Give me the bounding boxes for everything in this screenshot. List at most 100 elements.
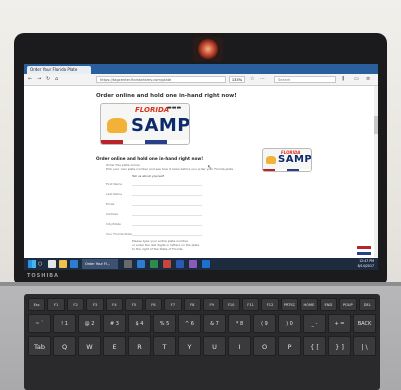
- keyboard-key[interactable]: F3: [86, 298, 104, 311]
- plate-number-text: SAMPL: [131, 115, 190, 136]
- windows-start-icon[interactable]: [28, 260, 36, 268]
- small-plate-stripe: [263, 169, 311, 171]
- keyboard-key[interactable]: ! 1: [53, 314, 76, 333]
- word-icon[interactable]: [176, 260, 184, 268]
- edge-icon[interactable]: [70, 260, 78, 268]
- keyboard-key[interactable]: @ 2: [78, 314, 101, 333]
- taskbar-clock[interactable]: 12:47 PM 8/14/2017: [358, 259, 374, 269]
- forward-arrow-icon[interactable]: →: [37, 76, 41, 82]
- field-label: Last Name: [106, 192, 123, 196]
- page-scrollbar[interactable]: [374, 86, 378, 258]
- keyboard-key[interactable]: PGUP: [339, 298, 357, 311]
- excel-icon[interactable]: [150, 260, 158, 268]
- keyboard-key[interactable]: | \: [353, 336, 376, 356]
- keyboard-key[interactable]: PRTSC: [280, 298, 299, 311]
- keyboard-key[interactable]: I: [228, 336, 251, 356]
- form-heading: Tell us about yourself: [132, 174, 164, 178]
- address-bar[interactable]: https://tagcenter.floridahsmv.com/plate: [96, 76, 226, 83]
- sidebar-icon[interactable]: ▭: [354, 76, 359, 82]
- plate-stripe: [101, 140, 189, 144]
- keyboard-key[interactable]: W: [78, 336, 101, 356]
- powerpoint-icon[interactable]: [163, 260, 171, 268]
- keyboard-key[interactable]: $ 4: [128, 314, 151, 333]
- keyboard-key[interactable]: _ -: [303, 314, 326, 333]
- file-explorer-icon[interactable]: [59, 260, 67, 268]
- keyboard-key[interactable]: END: [319, 298, 338, 311]
- keyboard-key[interactable]: DEL: [358, 298, 376, 311]
- onenote-icon[interactable]: [189, 260, 197, 268]
- keyboard-key[interactable]: & 7: [203, 314, 226, 333]
- browser-tab[interactable]: Order Your Florida Plate: [27, 66, 91, 74]
- keyboard-key[interactable]: F12: [261, 298, 279, 311]
- keyboard-key[interactable]: U: [203, 336, 226, 356]
- scrollbar-thumb[interactable]: [374, 116, 378, 134]
- taskbar-firefox-item[interactable]: Order Your Fl...: [82, 259, 118, 269]
- reload-icon[interactable]: ↻: [46, 76, 50, 82]
- keyboard-key[interactable]: * 8: [228, 314, 251, 333]
- taskbar-app-icon[interactable]: [124, 260, 132, 268]
- keyboard-key[interactable]: + =: [328, 314, 351, 333]
- laptop-brand-logo: TOSHIBA: [27, 273, 59, 279]
- keyboard-key[interactable]: Q: [53, 336, 76, 356]
- menu-dots-icon[interactable]: ⋯: [260, 76, 265, 82]
- keyboard-key[interactable]: Y: [178, 336, 201, 356]
- taskbar-search-icon[interactable]: ○: [38, 260, 44, 268]
- keyboard-key[interactable]: HOME: [300, 298, 318, 311]
- keyboard-key[interactable]: P: [278, 336, 301, 356]
- windows-taskbar: ○ Order Your Fl... 12:47 PM 8/14/2017: [24, 258, 378, 270]
- back-arrow-icon[interactable]: ←: [28, 76, 32, 82]
- keyboard-key[interactable]: Esc: [28, 298, 46, 311]
- home-icon[interactable]: ⌂: [55, 76, 58, 82]
- keyboard-key[interactable]: F6: [144, 298, 163, 311]
- keyboard-key[interactable]: F2: [66, 298, 85, 311]
- field-input[interactable]: [132, 215, 202, 216]
- browser-tab-bar: Order Your Florida Plate: [24, 64, 378, 74]
- section-heading: Order online and hold one in-hand right …: [96, 156, 204, 161]
- keyboard-key[interactable]: R: [128, 336, 151, 356]
- keyboard-key[interactable]: F4: [105, 298, 124, 311]
- field-label: Your Florida Plate: [106, 232, 133, 236]
- keyboard-key[interactable]: ~ `: [28, 314, 51, 333]
- keyboard-key[interactable]: F11: [241, 298, 260, 311]
- keyboard-key[interactable]: F10: [222, 298, 240, 311]
- webcam-glow: [198, 39, 218, 59]
- keyboard-key[interactable]: % 5: [153, 314, 176, 333]
- field-input[interactable]: [132, 225, 202, 226]
- hamburger-menu-icon[interactable]: ≡: [366, 76, 370, 82]
- internet-explorer-icon[interactable]: [202, 260, 210, 268]
- taskbar-app-icon[interactable]: [137, 260, 145, 268]
- keyboard-key[interactable]: ^ 6: [178, 314, 201, 333]
- field-label: City/State: [106, 222, 121, 226]
- keyboard-key[interactable]: } ]: [328, 336, 351, 356]
- keyboard-key[interactable]: F7: [164, 298, 182, 311]
- keyboard-key[interactable]: F9: [203, 298, 221, 311]
- zoom-indicator[interactable]: 133%: [229, 76, 245, 83]
- field-label: First Name: [106, 182, 123, 186]
- keyboard-key[interactable]: F5: [125, 298, 143, 311]
- field-label: Address: [106, 212, 118, 216]
- library-icon[interactable]: ⫼: [342, 76, 344, 82]
- keyboard-key[interactable]: E: [103, 336, 126, 356]
- keyboard-key[interactable]: BACK SPACE: [353, 314, 376, 346]
- task-view-icon[interactable]: [48, 260, 56, 268]
- page-headline: Order online and hold one in-hand right …: [96, 93, 237, 99]
- laptop-screen: Order Your Florida Plate ← → ↻ ⌂ https:/…: [24, 64, 378, 270]
- keyboard-key[interactable]: T: [153, 336, 176, 356]
- star-icon[interactable]: ☆: [250, 76, 254, 82]
- keyboard-key[interactable]: # 3: [103, 314, 126, 333]
- field-input[interactable]: [132, 185, 202, 186]
- keyboard-key[interactable]: F1: [47, 298, 65, 311]
- keyboard-key[interactable]: ( 9: [253, 314, 276, 333]
- search-field[interactable]: Search: [274, 76, 336, 83]
- keyboard-key[interactable]: O: [253, 336, 276, 356]
- field-label: Email: [106, 202, 115, 206]
- plate-state-text: FLORIDA: [135, 106, 170, 114]
- keyboard-key[interactable]: { [: [303, 336, 326, 356]
- keyboard-key[interactable]: ) 0: [278, 314, 301, 333]
- keyboard-key[interactable]: Tab: [28, 336, 51, 356]
- field-input[interactable]: [132, 205, 202, 206]
- keyboard-key[interactable]: F8: [183, 298, 201, 311]
- large-plate-image: FLORIDA ▬▬▬ SAMPL: [100, 103, 190, 145]
- field-input[interactable]: [132, 195, 202, 196]
- field-input[interactable]: [132, 235, 202, 236]
